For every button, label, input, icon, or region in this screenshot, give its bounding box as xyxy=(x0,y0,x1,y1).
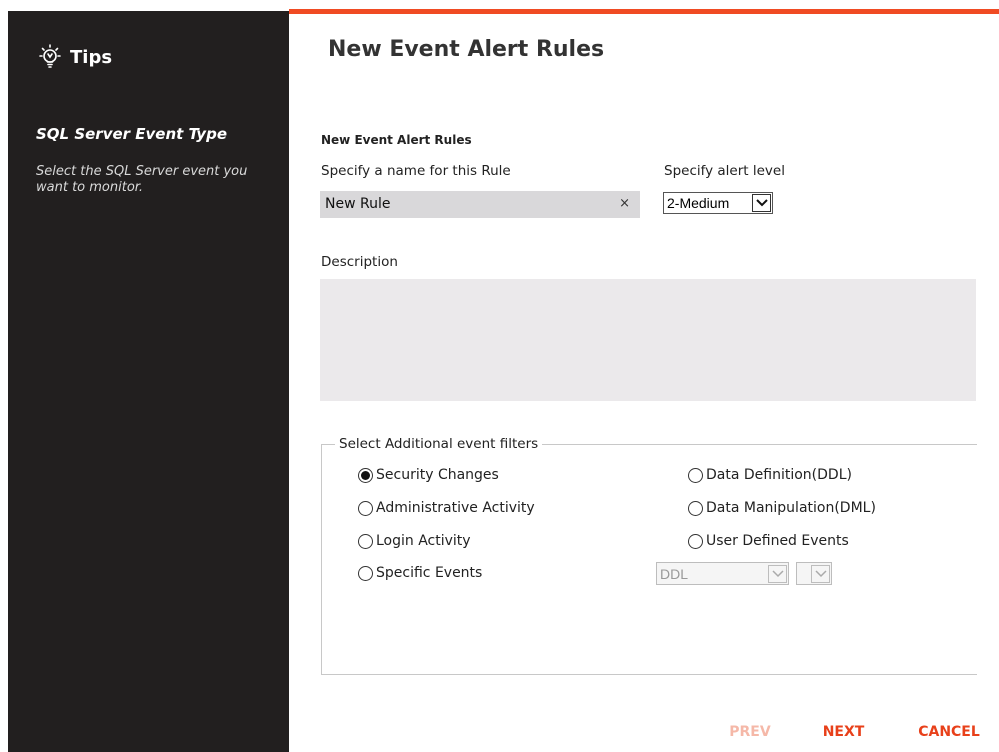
rule-name-label: Specify a name for this Rule xyxy=(321,163,511,179)
specific-events-type-select[interactable]: DDL xyxy=(656,562,789,585)
radio-label: Data Manipulation(DML) xyxy=(706,500,876,516)
radio-data-manipulation[interactable]: Data Manipulation(DML) xyxy=(688,500,876,516)
alert-level-label: Specify alert level xyxy=(664,163,785,179)
radio-administrative-activity[interactable]: Administrative Activity xyxy=(358,500,535,516)
radio-label: User Defined Events xyxy=(706,533,849,549)
alert-level-select[interactable]: 2-Medium xyxy=(663,192,773,214)
radio-data-definition[interactable]: Data Definition(DDL) xyxy=(688,467,852,483)
chevron-down-icon[interactable] xyxy=(811,564,830,583)
radio-button[interactable] xyxy=(358,500,373,516)
description-label: Description xyxy=(321,254,398,270)
tips-subtitle: SQL Server Event Type xyxy=(36,125,227,143)
radio-button[interactable] xyxy=(358,533,373,549)
specific-events-select[interactable] xyxy=(796,562,832,585)
radio-button[interactable] xyxy=(688,500,703,516)
cancel-button[interactable]: CANCEL xyxy=(904,718,994,746)
close-icon[interactable]: × xyxy=(619,196,630,211)
radio-label: Security Changes xyxy=(376,467,499,483)
alert-level-value: 2-Medium xyxy=(667,195,730,211)
radio-button[interactable] xyxy=(358,565,373,581)
rule-name-value[interactable]: New Rule xyxy=(325,196,390,212)
top-accent-bar xyxy=(289,9,999,14)
radio-button[interactable] xyxy=(688,533,703,549)
specific-events-type-value: DDL xyxy=(660,565,689,582)
radio-security-changes[interactable]: Security Changes xyxy=(358,467,499,483)
tips-panel: Tips SQL Server Event Type Select the SQ… xyxy=(8,11,289,752)
radio-label: Administrative Activity xyxy=(376,500,535,516)
tips-header: Tips xyxy=(36,43,112,71)
radio-button[interactable] xyxy=(688,467,703,483)
next-button[interactable]: NEXT xyxy=(806,718,881,746)
radio-specific-events[interactable]: Specific Events xyxy=(358,565,482,581)
tips-title: Tips xyxy=(70,46,113,68)
page-title: New Event Alert Rules xyxy=(328,37,605,62)
prev-button[interactable]: PREV xyxy=(714,718,786,746)
radio-label: Data Definition(DDL) xyxy=(706,467,852,483)
tips-text: Select the SQL Server event you want to … xyxy=(36,164,248,195)
chevron-down-icon[interactable] xyxy=(752,194,771,212)
event-filters-legend: Select Additional event filters xyxy=(335,436,543,452)
chevron-down-icon[interactable] xyxy=(768,564,787,583)
radio-button-checked[interactable] xyxy=(358,467,373,483)
rule-name-input[interactable]: New Rule × xyxy=(320,191,640,218)
lightbulb-icon xyxy=(39,44,61,68)
radio-label: Specific Events xyxy=(376,565,483,581)
description-textarea[interactable] xyxy=(320,279,976,401)
radio-label: Login Activity xyxy=(376,533,471,549)
section-title: New Event Alert Rules xyxy=(321,133,472,147)
radio-login-activity[interactable]: Login Activity xyxy=(358,533,471,549)
radio-user-defined-events[interactable]: User Defined Events xyxy=(688,533,849,549)
